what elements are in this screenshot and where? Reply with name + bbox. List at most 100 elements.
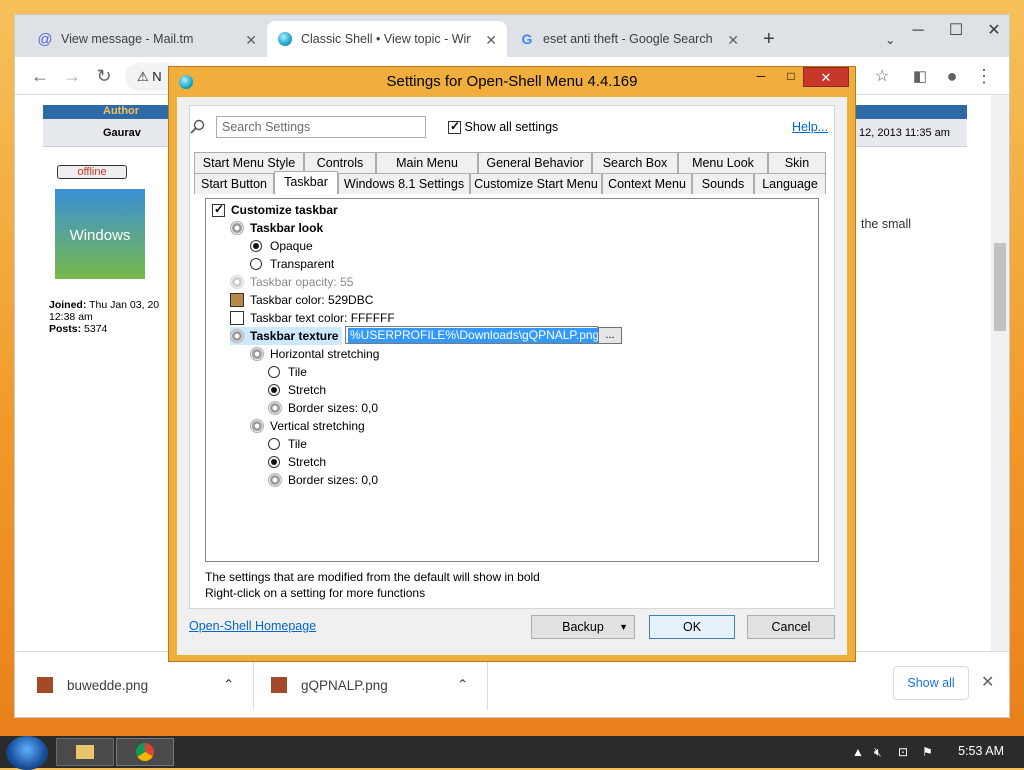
tab-skin[interactable]: Skin <box>768 152 826 173</box>
close-window-button[interactable]: ✕ <box>971 15 1017 47</box>
settings-panel: Search Settings Show all settings Help..… <box>189 105 835 609</box>
tab-language[interactable]: Language <box>754 173 826 194</box>
back-icon[interactable]: ← <box>27 63 53 89</box>
tab-context-menu[interactable]: Context Menu <box>602 173 692 194</box>
chevron-up-icon[interactable]: ⌃ <box>223 677 234 693</box>
tray-arrow-icon[interactable]: ▲ <box>852 745 864 759</box>
gear-icon <box>230 329 244 343</box>
tab-menu-look[interactable]: Menu Look <box>678 152 768 173</box>
taskbar-explorer[interactable] <box>56 738 114 766</box>
tab-strip: @ View message - Mail.tm ✕ Classic Shell… <box>15 15 1009 57</box>
tab-windows-81-settings[interactable]: Windows 8.1 Settings <box>338 173 470 194</box>
radio-icon[interactable] <box>268 438 280 450</box>
cancel-button[interactable]: Cancel <box>747 615 835 639</box>
close-tab-icon[interactable]: ✕ <box>245 32 257 49</box>
show-all-button[interactable]: Show all <box>893 666 969 700</box>
post-date: 12, 2013 11:35 am <box>859 127 950 139</box>
tab-search-box[interactable]: Search Box <box>592 152 678 173</box>
side-panel-icon[interactable]: ◧ <box>907 63 933 89</box>
browse-button[interactable]: ... <box>598 327 622 344</box>
v-stretch-option[interactable]: Stretch <box>268 453 326 471</box>
tab-classic-shell[interactable]: Classic Shell • View topic - Windo ✕ <box>267 21 507 57</box>
gear-icon <box>230 221 244 235</box>
h-stretch-option[interactable]: Stretch <box>268 381 326 399</box>
page-scrollbar[interactable] <box>991 95 1009 651</box>
radio-icon[interactable] <box>268 366 280 378</box>
h-tile-option[interactable]: Tile <box>268 363 307 381</box>
tab-general-behavior[interactable]: General Behavior <box>478 152 592 173</box>
backup-button[interactable]: Backup ▼ <box>531 615 635 639</box>
status-badge: offline <box>57 165 127 179</box>
show-all-settings-checkbox[interactable]: Show all settings <box>448 119 558 135</box>
vertical-stretching-setting[interactable]: Vertical stretching <box>250 417 365 435</box>
opaque-option[interactable]: Opaque <box>250 237 313 255</box>
color-swatch <box>230 311 244 325</box>
forward-icon[interactable]: → <box>59 63 85 89</box>
radio-selected-icon[interactable] <box>250 240 262 252</box>
menu-kebab-icon[interactable]: ⋮ <box>971 63 997 89</box>
dialog-close-button[interactable]: ✕ <box>803 67 849 87</box>
dialog-body: Search Settings Show all settings Help..… <box>177 97 847 655</box>
taskbar-look-setting[interactable]: Taskbar look <box>230 219 323 237</box>
taskbar-opacity-setting[interactable]: Taskbar opacity: 55 <box>230 273 353 291</box>
tab-controls[interactable]: Controls <box>304 152 376 173</box>
tab-customize-start-menu[interactable]: Customize Start Menu <box>470 173 602 194</box>
radio-selected-icon[interactable] <box>268 384 280 396</box>
dialog-minimize-button[interactable]: ─ <box>747 67 775 87</box>
v-tile-option[interactable]: Tile <box>268 435 307 453</box>
color-swatch <box>230 293 244 307</box>
help-link[interactable]: Help... <box>792 120 828 134</box>
tab-google[interactable]: G eset anti theft - Google Search ✕ <box>509 21 749 57</box>
customize-taskbar-setting[interactable]: Customize taskbar <box>212 201 338 219</box>
clock[interactable]: 5:53 AM <box>958 744 1004 758</box>
dropdown-arrow-icon: ▼ <box>619 622 628 632</box>
author-name[interactable]: Gaurav <box>103 127 141 139</box>
radio-selected-icon[interactable] <box>268 456 280 468</box>
taskbar-color-setting[interactable]: Taskbar color: 529DBC <box>230 291 373 309</box>
bookmark-star-icon[interactable]: ☆ <box>869 63 895 89</box>
volume-icon[interactable]: 🔇︎ <box>874 745 882 760</box>
homepage-link[interactable]: Open-Shell Homepage <box>189 619 316 633</box>
scroll-thumb[interactable] <box>994 243 1006 331</box>
network-icon[interactable]: ⊡ <box>898 745 908 759</box>
transparent-option[interactable]: Transparent <box>250 255 334 273</box>
taskbar-text-color-setting[interactable]: Taskbar text color: FFFFFF <box>230 309 395 327</box>
texture-path-input[interactable]: %USERPROFILE%\Downloads\gQPNALP.png <box>345 326 602 344</box>
reload-icon[interactable]: ↻ <box>91 63 117 89</box>
tab-mail[interactable]: @ View message - Mail.tm ✕ <box>27 21 267 57</box>
v-border-sizes-setting[interactable]: Border sizes: 0,0 <box>268 471 378 489</box>
settings-dialog: Settings for Open-Shell Menu 4.4.169 ─ □… <box>168 66 856 662</box>
close-tab-icon[interactable]: ✕ <box>727 32 739 49</box>
new-tab-button[interactable]: + <box>753 21 783 57</box>
at-sign-icon: @ <box>37 30 53 48</box>
horizontal-stretching-setting[interactable]: Horizontal stretching <box>250 345 379 363</box>
action-center-icon[interactable]: ⚑ <box>922 745 933 759</box>
tab-taskbar[interactable]: Taskbar <box>274 171 338 194</box>
tab-start-menu-style[interactable]: Start Menu Style <box>194 152 304 173</box>
close-tab-icon[interactable]: ✕ <box>485 32 497 49</box>
dialog-maximize-button[interactable]: □ <box>777 67 805 87</box>
search-settings-input[interactable]: Search Settings <box>216 116 426 138</box>
chevron-up-icon[interactable]: ⌃ <box>457 677 468 693</box>
h-border-sizes-setting[interactable]: Border sizes: 0,0 <box>268 399 378 417</box>
profile-icon[interactable]: ● <box>939 63 965 89</box>
ok-button[interactable]: OK <box>649 615 735 639</box>
start-button[interactable] <box>6 736 48 770</box>
checkbox-checked-icon[interactable] <box>448 119 461 135</box>
download-item[interactable]: gQPNALP.png ⌃ <box>271 670 468 700</box>
tab-main-menu[interactable]: Main Menu <box>376 152 478 173</box>
taskbar-texture-setting[interactable]: Taskbar texture <box>230 327 343 345</box>
gear-icon <box>250 419 264 433</box>
radio-icon[interactable] <box>250 258 262 270</box>
close-download-bar-icon[interactable]: ✕ <box>981 672 994 692</box>
footnote-right-click: Right-click on a setting for more functi… <box>205 586 426 600</box>
checkbox-checked-icon[interactable] <box>212 202 225 217</box>
google-icon: G <box>521 31 533 47</box>
gear-icon <box>268 473 282 487</box>
windows-taskbar: ▲ 🔇︎ ⊡ ⚑ 5:53 AM <box>0 736 1024 770</box>
tab-start-button[interactable]: Start Button <box>194 173 274 194</box>
tab-sounds[interactable]: Sounds <box>692 173 754 194</box>
taskbar-chrome[interactable] <box>116 738 174 766</box>
author-stats: Joined: Thu Jan 03, 20 12:38 am Posts: 5… <box>49 299 160 335</box>
download-item[interactable]: buwedde.png ⌃ <box>37 670 234 700</box>
